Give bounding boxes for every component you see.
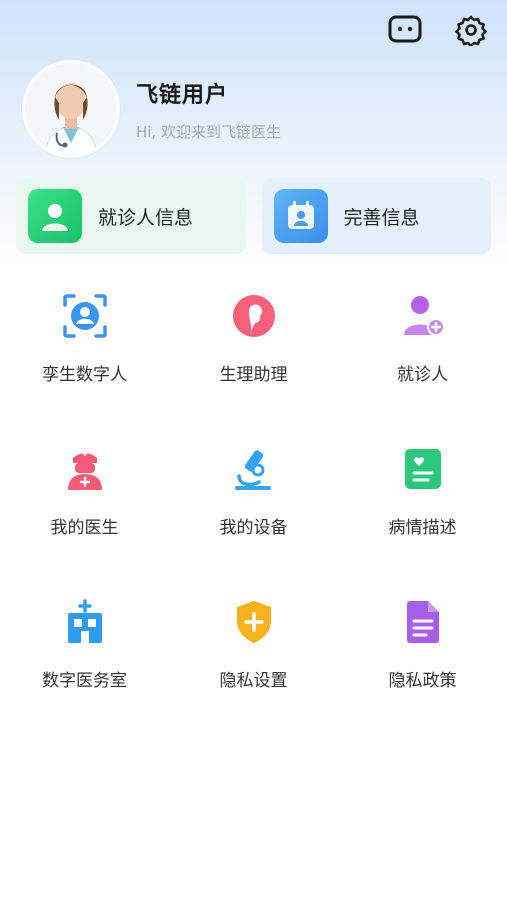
patient-card-icon	[28, 189, 82, 243]
patient-info-label: 就诊人信息	[98, 206, 194, 229]
calendar-profile-icon	[273, 189, 328, 243]
username: 飞链用户	[136, 82, 229, 108]
doctor-avatar-icon	[25, 63, 117, 155]
hospital-icon	[59, 596, 111, 648]
grid-label: 生理助理	[219, 365, 288, 385]
microscope-icon	[228, 443, 280, 495]
grid-label: 就诊人	[397, 365, 448, 385]
top-bar	[387, 12, 489, 48]
health-record-icon	[397, 443, 449, 495]
grid-item-my-device[interactable]: 我的设备	[169, 443, 338, 538]
grid-label: 隐私设置	[219, 671, 288, 691]
shield-plus-icon	[228, 596, 280, 648]
greeting-text: Hi, 欢迎来到飞链医生	[136, 122, 281, 141]
nurse-icon	[59, 443, 111, 495]
grid-label: 我的设备	[219, 518, 288, 538]
grid-item-privacy-policy[interactable]: 隐私政策	[338, 596, 507, 691]
document-icon	[397, 596, 449, 648]
grid-label: 我的医生	[50, 518, 119, 538]
quick-cards: 就诊人信息 完善信息	[16, 178, 491, 254]
message-icon[interactable]	[387, 12, 423, 48]
grid-label: 隐私政策	[388, 671, 457, 691]
grid-label: 数字医务室	[42, 671, 127, 691]
complete-info-card[interactable]: 完善信息	[261, 178, 491, 254]
complete-info-label: 完善信息	[343, 206, 420, 229]
add-user-icon	[397, 290, 449, 342]
feature-grid: 孪生数字人 生理助理 就诊人 我的医生 我的设备 病情描述 数字医务室 隐私设置…	[0, 290, 507, 691]
grid-item-privacy-settings[interactable]: 隐私设置	[169, 596, 338, 691]
gear-icon[interactable]	[453, 12, 489, 48]
face-scan-icon	[59, 290, 111, 342]
grid-item-my-doctor[interactable]: 我的医生	[0, 443, 169, 538]
profile-section: 飞链用户 Hi, 欢迎来到飞链医生	[22, 60, 281, 158]
grid-label: 病情描述	[388, 518, 457, 538]
female-silhouette-icon	[228, 290, 280, 342]
grid-item-physiology-assistant[interactable]: 生理助理	[169, 290, 338, 385]
grid-item-condition-description[interactable]: 病情描述	[338, 443, 507, 538]
patient-info-card[interactable]: 就诊人信息	[16, 178, 246, 254]
grid-item-patient[interactable]: 就诊人	[338, 290, 507, 385]
grid-label: 孪生数字人	[42, 365, 127, 385]
grid-item-digital-clinic[interactable]: 数字医务室	[0, 596, 169, 691]
avatar[interactable]	[22, 60, 120, 158]
grid-item-digital-twin[interactable]: 孪生数字人	[0, 290, 169, 385]
